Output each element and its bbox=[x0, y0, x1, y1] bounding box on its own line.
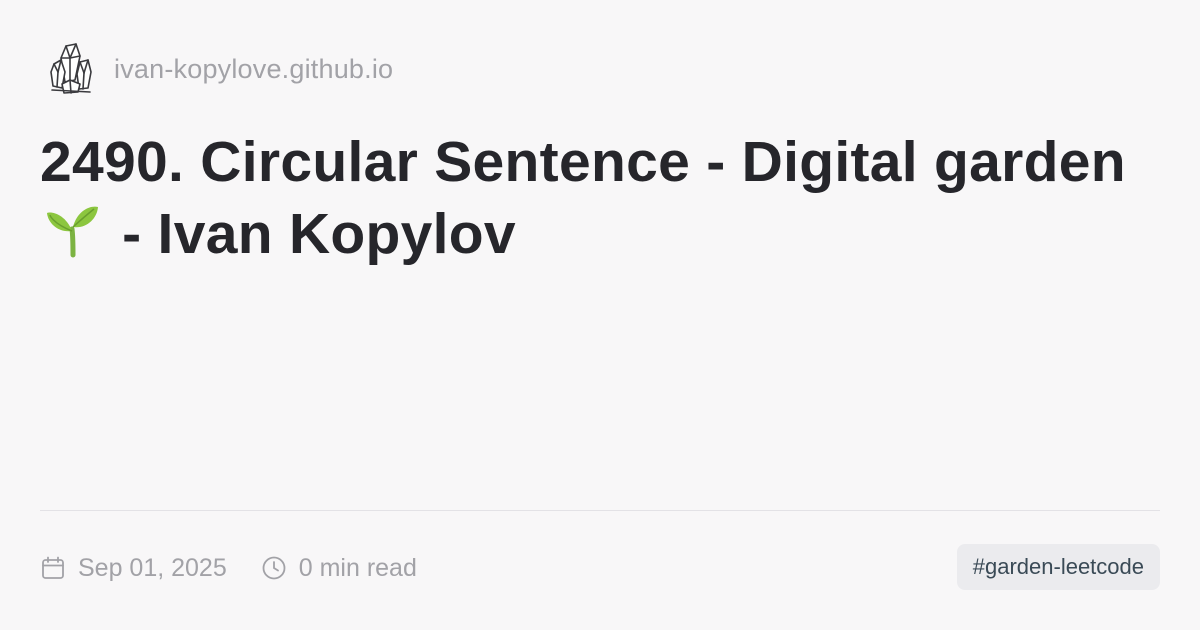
tag-garden-leetcode[interactable]: #garden-leetcode bbox=[956, 544, 1160, 590]
date-text: Sep 01, 2025 bbox=[78, 553, 227, 582]
publish-date: Sep 01, 2025 bbox=[40, 554, 227, 583]
post-meta: Sep 01, 2025 0 min read bbox=[40, 548, 417, 588]
read-time: 0 min read bbox=[261, 554, 417, 583]
title-text: 2490. Circular Sentence - Digital garden bbox=[40, 130, 1126, 194]
calendar-icon bbox=[40, 555, 66, 581]
read-time-text: 0 min read bbox=[298, 553, 417, 582]
clock-icon bbox=[261, 555, 287, 581]
crystal-logo-icon[interactable] bbox=[42, 40, 100, 98]
page-title: 2490. Circular Sentence - Digital garden… bbox=[40, 126, 1150, 270]
site-name[interactable]: ivan-kopylove.github.io bbox=[114, 54, 393, 85]
divider bbox=[40, 510, 1160, 511]
seedling-icon bbox=[44, 201, 102, 259]
title-suffix: - Ivan Kopylov bbox=[122, 202, 516, 266]
site-header: ivan-kopylove.github.io bbox=[42, 40, 393, 98]
